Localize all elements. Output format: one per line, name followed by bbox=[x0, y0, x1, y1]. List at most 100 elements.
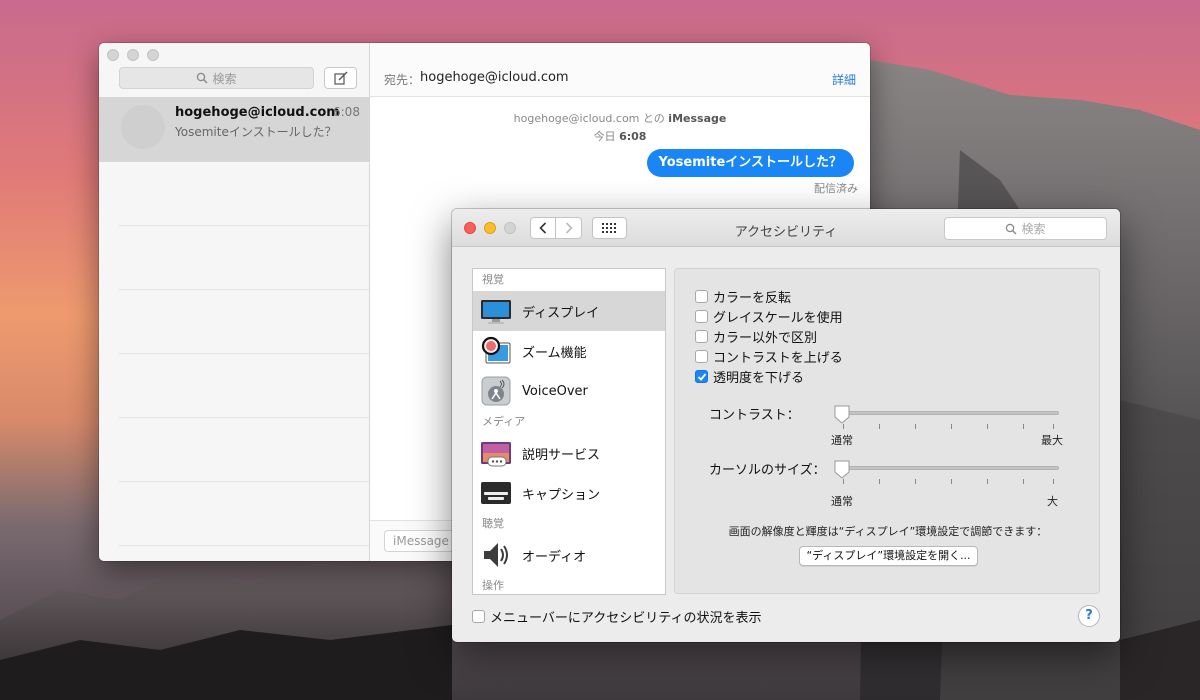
contrast-slider-knob[interactable] bbox=[834, 405, 850, 424]
list-item-label: キャプション bbox=[522, 487, 601, 503]
avatar bbox=[121, 105, 165, 149]
increase-contrast-option[interactable]: コントラストを上げる bbox=[695, 347, 843, 366]
details-button[interactable]: 詳細 bbox=[832, 71, 856, 88]
minimize-button[interactable] bbox=[127, 49, 139, 61]
list-item-captions[interactable]: キャプション bbox=[473, 473, 665, 513]
tick bbox=[879, 479, 880, 484]
tick bbox=[987, 479, 988, 484]
tick bbox=[1053, 424, 1054, 429]
accessibility-window: アクセシビリティ 検索 視覚 ディスプレイ ズーム機能 VoiceOver メデ… bbox=[452, 209, 1120, 642]
menubar-status-label: メニューバーにアクセシビリティの状況を表示 bbox=[490, 611, 762, 626]
checkbox-label: グレイスケールを使用 bbox=[713, 311, 843, 326]
compose-icon bbox=[333, 71, 347, 85]
tick bbox=[951, 424, 952, 429]
cursor-size-slider[interactable] bbox=[835, 466, 1059, 470]
title-bar: アクセシビリティ 検索 bbox=[452, 209, 1120, 247]
thread-day: 今日 bbox=[593, 130, 616, 143]
thread-timestamp: 今日 6:08 bbox=[370, 128, 870, 144]
list-item-label: ディスプレイ bbox=[522, 305, 600, 321]
thread-time: 6:08 bbox=[619, 130, 647, 143]
zoom-button[interactable] bbox=[147, 49, 159, 61]
section-hearing: 聴覚 bbox=[482, 517, 504, 530]
conversation-item[interactable]: hogehoge@icloud.com 6:08 Yosemiteインストールし… bbox=[99, 97, 369, 162]
checkbox-label: コントラストを上げる bbox=[713, 351, 843, 366]
reduce-transparency-option[interactable]: 透明度を下げる bbox=[695, 367, 804, 386]
tick bbox=[915, 479, 916, 484]
tick bbox=[987, 424, 988, 429]
tick bbox=[843, 424, 844, 429]
list-item-label: VoiceOver bbox=[522, 383, 588, 399]
checkbox-label: カラー以外で区別 bbox=[713, 331, 818, 346]
search-input[interactable]: 検索 bbox=[944, 217, 1107, 240]
display-note: 画面の解像度と輝度は“ディスプレイ”環境設定で調節できます： bbox=[728, 525, 1048, 538]
checkmark-icon bbox=[697, 372, 706, 381]
tick bbox=[843, 479, 844, 484]
thread-info: hogehoge@icloud.com との iMessage bbox=[370, 110, 870, 126]
search-placeholder: 検索 bbox=[1021, 222, 1046, 236]
list-divider bbox=[119, 289, 369, 290]
tick bbox=[951, 479, 952, 484]
to-label: 宛先： bbox=[384, 73, 421, 87]
thread-service: iMessage bbox=[668, 112, 727, 125]
list-item-descriptions[interactable]: 説明サービス bbox=[473, 433, 665, 473]
grayscale-option[interactable]: グレイスケールを使用 bbox=[695, 307, 843, 326]
invert-colors-option[interactable]: カラーを反転 bbox=[695, 287, 791, 306]
contrast-label: コントラスト： bbox=[709, 408, 800, 423]
list-item-label: 説明サービス bbox=[522, 447, 601, 463]
zoom-icon bbox=[481, 336, 511, 364]
list-divider bbox=[119, 225, 369, 226]
grayscale-checkbox[interactable] bbox=[695, 310, 708, 323]
display-settings-panel: カラーを反転 グレイスケールを使用 カラー以外で区別 コントラストを上げる 透明… bbox=[674, 268, 1100, 594]
increase-contrast-checkbox[interactable] bbox=[695, 350, 708, 363]
cursor-max-label: 大 bbox=[1047, 495, 1058, 508]
list-item-audio[interactable]: オーディオ bbox=[473, 535, 665, 575]
close-button[interactable] bbox=[107, 49, 119, 61]
cursor-min-label: 通常 bbox=[831, 495, 853, 508]
section-vision: 視覚 bbox=[482, 273, 504, 286]
message-bubble[interactable]: Yosemiteインストールした？ bbox=[646, 149, 854, 177]
thread-address: hogehoge@icloud.com bbox=[513, 112, 640, 125]
descriptions-icon bbox=[481, 442, 511, 467]
to-address: hogehoge@icloud.com bbox=[420, 70, 569, 85]
menubar-status-option[interactable]: メニューバーにアクセシビリティの状況を表示 bbox=[472, 607, 761, 626]
contrast-max-label: 最大 bbox=[1041, 434, 1063, 447]
conversation-time: 6:08 bbox=[333, 105, 360, 119]
checkbox-label: カラーを反転 bbox=[713, 291, 792, 306]
invert-colors-checkbox[interactable] bbox=[695, 290, 708, 303]
cursor-size-label: カーソルのサイズ： bbox=[709, 463, 826, 478]
list-item-label: ズーム機能 bbox=[522, 345, 587, 361]
captions-icon bbox=[481, 482, 511, 504]
tick bbox=[1023, 479, 1024, 484]
list-item-voiceover[interactable]: VoiceOver bbox=[473, 371, 665, 411]
category-list: 視覚 ディスプレイ ズーム機能 VoiceOver メディア 説明サービス キャ… bbox=[472, 268, 666, 595]
list-divider bbox=[119, 545, 369, 546]
reduce-transparency-checkbox[interactable] bbox=[695, 370, 708, 383]
tick bbox=[879, 424, 880, 429]
conversation-header: 宛先： hogehoge@icloud.com 詳細 bbox=[370, 43, 870, 97]
search-input[interactable]: 検索 bbox=[119, 67, 314, 89]
list-divider bbox=[119, 481, 369, 482]
section-interaction: 操作 bbox=[482, 579, 504, 592]
differentiate-checkbox[interactable] bbox=[695, 330, 708, 343]
list-item-display[interactable]: ディスプレイ bbox=[473, 291, 665, 331]
search-icon bbox=[1006, 223, 1017, 234]
window-controls bbox=[107, 49, 159, 61]
open-display-preferences-button[interactable]: “ディスプレイ”環境設定を開く... bbox=[799, 546, 978, 566]
checkbox-label: 透明度を下げる bbox=[713, 371, 805, 386]
messages-sidebar: 検索 hogehoge@icloud.com 6:08 Yosemiteインスト… bbox=[99, 43, 370, 561]
contrast-slider[interactable] bbox=[835, 411, 1059, 415]
section-media: メディア bbox=[482, 415, 526, 428]
differentiate-option[interactable]: カラー以外で区別 bbox=[695, 327, 817, 346]
delivery-status: 配信済み bbox=[814, 182, 858, 195]
list-divider bbox=[119, 417, 369, 418]
tick bbox=[915, 424, 916, 429]
list-item-zoom[interactable]: ズーム機能 bbox=[473, 331, 665, 371]
menubar-status-checkbox[interactable] bbox=[472, 610, 485, 623]
tick bbox=[1053, 479, 1054, 484]
search-placeholder: 検索 bbox=[212, 71, 237, 86]
help-button[interactable]: ? bbox=[1078, 605, 1100, 627]
list-item-label: オーディオ bbox=[522, 549, 587, 565]
conversation-name: hogehoge@icloud.com bbox=[175, 105, 340, 120]
cursor-size-slider-knob[interactable] bbox=[834, 460, 850, 479]
compose-button[interactable] bbox=[324, 67, 357, 89]
